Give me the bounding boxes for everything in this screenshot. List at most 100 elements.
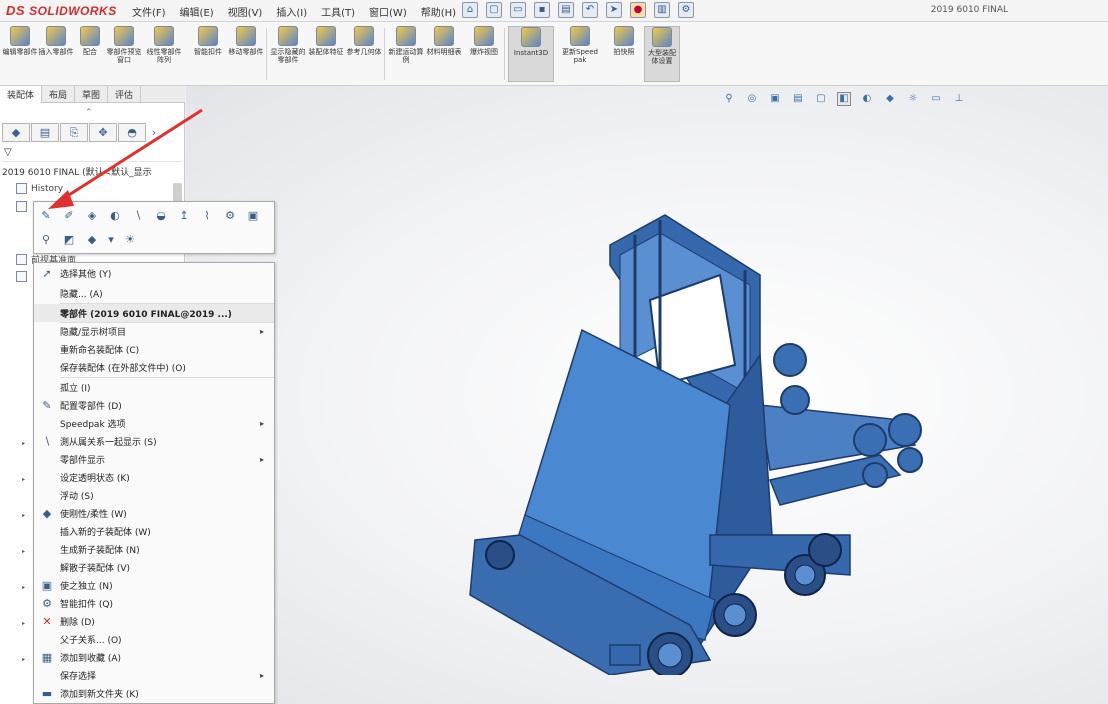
- menu-view[interactable]: 视图(V): [228, 4, 263, 19]
- menu-item-add-to-favorites[interactable]: ▦ 添加到收藏 (A): [34, 648, 274, 666]
- hide-show-items-icon[interactable]: ◐: [860, 92, 874, 106]
- edit-component-button[interactable]: 编辑零部件: [2, 26, 38, 82]
- linear-pattern-button[interactable]: 线性零部件阵列: [146, 26, 182, 82]
- bill-of-materials-button[interactable]: 材料明细表: [426, 26, 462, 82]
- tab-layout[interactable]: 布局: [42, 86, 76, 103]
- heads-up-view-toolbar: ⚲ ◎ ▣ ▤ ▢ ◧ ◐ ◆ ☼ ▭ ⊥: [722, 92, 966, 106]
- menu-item-isolate[interactable]: 孤立 (I): [34, 378, 274, 396]
- menu-item-configure-component[interactable]: ✎ 配置零部件 (D): [34, 396, 274, 414]
- instant3d-button[interactable]: Instant3D: [508, 26, 554, 82]
- tab-assembly[interactable]: 装配体: [0, 86, 43, 103]
- menu-item-insert-subassembly[interactable]: 插入新的子装配体 (W): [34, 522, 274, 540]
- menu-item-parent-child[interactable]: 父子关系... (O): [34, 630, 274, 648]
- menu-item-hide-show-tree[interactable]: 隐藏/显示树项目 ▸: [34, 322, 274, 340]
- menu-item-rename-assembly[interactable]: 重新命名装配体 (C): [34, 340, 274, 358]
- show-hidden-icon: [278, 26, 298, 46]
- new-motion-study-button[interactable]: 新建运动算例: [388, 26, 424, 82]
- file-properties-icon[interactable]: ▥: [654, 2, 670, 18]
- assembly-features-button[interactable]: 装配体特征: [308, 26, 344, 82]
- update-speedpak-button[interactable]: 更新Speedpak: [560, 26, 600, 82]
- tab-evaluate[interactable]: 评估: [108, 86, 142, 103]
- more-icon[interactable]: ▾: [107, 231, 115, 247]
- ribbon-separator: [266, 28, 267, 80]
- show-hidden-components-button[interactable]: 显示隐藏的零部件: [270, 26, 306, 82]
- select-icon[interactable]: ➤: [606, 2, 622, 18]
- solidworks-logo[interactable]: DS SOLIDWORKS: [6, 3, 117, 18]
- view-settings-icon[interactable]: ▭: [929, 92, 943, 106]
- menu-item-hide[interactable]: 隐藏... (A): [34, 284, 274, 302]
- edit-appearance-icon[interactable]: ◆: [883, 92, 897, 106]
- menu-window[interactable]: 窗口(W): [369, 4, 407, 19]
- menu-item-dissolve-subassembly[interactable]: 解散子装配体 (V): [34, 558, 274, 576]
- menu-item-select-other[interactable]: ➚ 选择其他 (Y): [34, 264, 274, 282]
- move-component-button[interactable]: 移动零部件: [228, 26, 264, 82]
- previous-view-icon[interactable]: ▣: [768, 92, 782, 106]
- menu-item-set-transparency[interactable]: 设定透明状态 (K): [34, 468, 274, 486]
- assembly-model[interactable]: [460, 205, 940, 675]
- mate-button[interactable]: 配合: [72, 26, 108, 82]
- apply-scene-icon[interactable]: ☼: [906, 92, 920, 106]
- origin-icon: [16, 271, 27, 282]
- menu-item-save-assembly[interactable]: 保存装配体 (在外部文件中) (O): [34, 358, 274, 376]
- sensors-node[interactable]: [16, 201, 27, 212]
- ribbon-separator: [504, 28, 505, 80]
- zoom-to-fit-icon[interactable]: ⚲: [722, 92, 736, 106]
- view-orientation-icon[interactable]: ▢: [814, 92, 828, 106]
- menu-item-rigid-flexible[interactable]: ◆ 使刚性/柔性 (W): [34, 504, 274, 522]
- print-icon[interactable]: ▤: [558, 2, 574, 18]
- take-snapshot-button[interactable]: 拍快照: [606, 26, 642, 82]
- feature-tree-tab-icon[interactable]: ◆: [2, 123, 30, 142]
- zoom-to-selection-icon[interactable]: ⚲: [38, 231, 54, 247]
- menu-item-delete[interactable]: ✕ 删除 (D): [34, 612, 274, 630]
- section-view-icon[interactable]: ▤: [791, 92, 805, 106]
- menu-edit[interactable]: 编辑(E): [180, 4, 214, 19]
- expand-marker[interactable]: ▸: [22, 512, 25, 519]
- expand-marker[interactable]: ▸: [22, 440, 25, 447]
- menu-item-component-display[interactable]: 零部件显示 ▸: [34, 450, 274, 468]
- component-icon[interactable]: ⚙: [222, 207, 238, 223]
- display-style-icon[interactable]: ◆: [84, 231, 100, 247]
- home-icon[interactable]: ⌂: [462, 2, 478, 18]
- properties-icon[interactable]: ▣: [245, 207, 261, 223]
- menu-help[interactable]: 帮助(H): [421, 4, 456, 19]
- component-preview-button[interactable]: 零部件预览窗口: [106, 26, 142, 82]
- menu-item-show-with-dependents[interactable]: ∖ 測从属关系一起显示 (S): [34, 432, 274, 450]
- menu-tools[interactable]: 工具(T): [321, 4, 355, 19]
- smart-fastener-button[interactable]: 智能扣件: [190, 26, 226, 82]
- expand-marker[interactable]: ▸: [22, 656, 25, 663]
- large-assembly-settings-button[interactable]: 大型装配体设置: [644, 26, 680, 82]
- origin-node[interactable]: [16, 271, 27, 282]
- menu-file[interactable]: 文件(F): [132, 4, 166, 19]
- dependency-icon: ∖: [43, 434, 51, 448]
- expand-marker[interactable]: ▸: [22, 476, 25, 483]
- expand-marker[interactable]: ▸: [22, 548, 25, 555]
- menu-item-float[interactable]: 浮动 (S): [34, 486, 274, 504]
- menu-item-save-selection[interactable]: 保存选择 ▸: [34, 666, 274, 684]
- menu-item-make-independent[interactable]: ▣ 使之独立 (N): [34, 576, 274, 594]
- options-icon[interactable]: ⚙: [678, 2, 694, 18]
- linear-pattern-icon: [154, 26, 174, 46]
- configure-component-icon: ✎: [42, 398, 52, 412]
- exploded-view-button[interactable]: 爆炸视图: [466, 26, 502, 82]
- triad-icon[interactable]: ⊥: [952, 92, 966, 106]
- menu-item-speedpak-options[interactable]: Speedpak 选项 ▸: [34, 414, 274, 432]
- undo-icon[interactable]: ↶: [582, 2, 598, 18]
- menu-item-form-subassembly[interactable]: 生成新子装配体 (N): [34, 540, 274, 558]
- menu-item-smart-fastener[interactable]: ⚙ 智能扣件 (Q): [34, 594, 274, 612]
- scene-icon[interactable]: ☀: [122, 231, 138, 247]
- insert-component-button[interactable]: 插入零部件: [38, 26, 74, 82]
- open-icon[interactable]: ▭: [510, 2, 526, 18]
- menu-insert[interactable]: 插入(I): [276, 4, 307, 19]
- display-style-icon[interactable]: ◧: [837, 92, 851, 106]
- expand-marker[interactable]: ▸: [22, 584, 25, 591]
- menu-item-add-to-new-folder[interactable]: ▬ 添加到新文件夹 (K): [34, 684, 274, 702]
- save-icon[interactable]: ▪: [534, 2, 550, 18]
- expand-marker[interactable]: ▸: [22, 620, 25, 627]
- robot-cart-model: [469, 214, 923, 675]
- tab-sketch[interactable]: 草图: [75, 86, 109, 103]
- rebuild-icon[interactable]: ●: [630, 2, 646, 18]
- zoom-area-icon[interactable]: ◎: [745, 92, 759, 106]
- new-document-icon[interactable]: ▢: [486, 2, 502, 18]
- reference-geometry-button[interactable]: 参考几何体: [346, 26, 382, 82]
- view-orientation-icon[interactable]: ◩: [61, 231, 77, 247]
